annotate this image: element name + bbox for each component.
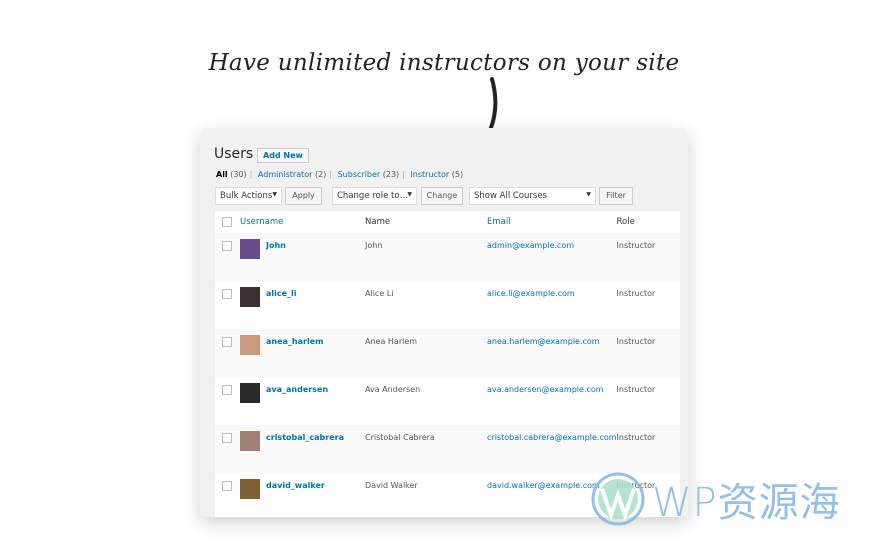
bulk-actions-label: Bulk Actions bbox=[220, 191, 273, 201]
user-role: Instructor bbox=[616, 281, 680, 329]
row-checkbox[interactable] bbox=[222, 385, 232, 395]
courses-label: Show All Courses bbox=[474, 191, 547, 201]
apply-button[interactable]: Apply bbox=[285, 187, 322, 205]
change-role-select[interactable]: Change role to… ▼ bbox=[332, 187, 417, 205]
wordpress-logo-icon bbox=[591, 472, 645, 526]
avatar bbox=[240, 335, 260, 355]
table-row: John John admin@example.com Instructor bbox=[215, 233, 680, 281]
headline: Have unlimited instructors on your site bbox=[208, 50, 680, 76]
page-title: Users bbox=[214, 146, 254, 162]
watermark-text: WP资源海 bbox=[652, 480, 841, 526]
user-role: Instructor bbox=[616, 329, 680, 377]
avatar bbox=[240, 479, 260, 499]
avatar bbox=[240, 239, 260, 259]
user-role: Instructor bbox=[616, 425, 680, 473]
username-link[interactable]: anea_harlem bbox=[266, 337, 323, 346]
username-link[interactable]: alice_li bbox=[266, 289, 297, 298]
filter-all-count: (30) bbox=[230, 170, 247, 179]
filter-subscriber-count: (23) bbox=[382, 170, 400, 179]
email-link[interactable]: david.walker@example.com bbox=[487, 481, 600, 490]
user-name: Cristobal Cabrera bbox=[365, 425, 487, 473]
row-checkbox[interactable] bbox=[222, 337, 232, 347]
role-filters: All (30) | Administrator (2) | Subscriber … bbox=[216, 170, 464, 179]
avatar bbox=[240, 287, 260, 307]
user-name: Ava Andersen bbox=[365, 377, 487, 425]
username-link[interactable]: cristobal_cabrera bbox=[266, 433, 344, 442]
filter-all[interactable]: All bbox=[216, 170, 228, 179]
column-email[interactable]: Email bbox=[487, 211, 617, 233]
filter-administrator[interactable]: Administrator bbox=[258, 170, 313, 179]
column-username[interactable]: Username bbox=[240, 211, 365, 233]
users-panel: Users Add New All (30) | Administrator (2… bbox=[200, 128, 688, 517]
chevron-down-icon: ▼ bbox=[272, 191, 277, 198]
row-checkbox[interactable] bbox=[222, 241, 232, 251]
column-name: Name bbox=[365, 211, 487, 233]
change-button[interactable]: Change bbox=[421, 187, 463, 205]
table-row: cristobal_cabrera Cristobal Cabrera cris… bbox=[215, 425, 680, 473]
user-name: John bbox=[365, 233, 487, 281]
filter-instructor-count: (5) bbox=[451, 170, 464, 179]
email-link[interactable]: admin@example.com bbox=[487, 241, 574, 250]
filter-subscriber[interactable]: Subscriber bbox=[338, 170, 381, 179]
user-name: Alice Li bbox=[365, 281, 487, 329]
add-new-button[interactable]: Add New bbox=[257, 148, 309, 163]
filter-instructor[interactable]: Instructor bbox=[410, 170, 449, 179]
username-link[interactable]: ava_andersen bbox=[266, 385, 328, 394]
email-link[interactable]: anea.harlem@example.com bbox=[487, 337, 600, 346]
username-link[interactable]: david_walker bbox=[266, 481, 325, 490]
user-name: David Walker bbox=[365, 473, 487, 517]
change-role-label: Change role to… bbox=[337, 191, 409, 201]
row-checkbox[interactable] bbox=[222, 289, 232, 299]
chevron-down-icon: ▼ bbox=[407, 191, 412, 198]
select-all-checkbox[interactable] bbox=[222, 216, 232, 227]
user-role: Instructor bbox=[616, 377, 680, 425]
filter-administrator-count: (2) bbox=[315, 170, 327, 179]
courses-select[interactable]: Show All Courses ▼ bbox=[469, 187, 596, 205]
filter-button[interactable]: Filter bbox=[599, 187, 633, 205]
chevron-down-icon: ▼ bbox=[586, 191, 591, 198]
email-link[interactable]: alice.li@example.com bbox=[487, 289, 575, 298]
table-row: ava_andersen Ava Andersen ava.andersen@e… bbox=[215, 377, 680, 425]
row-checkbox[interactable] bbox=[222, 433, 232, 443]
avatar bbox=[240, 431, 260, 451]
username-link[interactable]: John bbox=[266, 241, 286, 250]
table-row: anea_harlem Anea Harlem anea.harlem@exam… bbox=[215, 329, 680, 377]
user-name: Anea Harlem bbox=[365, 329, 487, 377]
email-link[interactable]: ava.andersen@example.com bbox=[487, 385, 604, 394]
watermark: WP资源海 bbox=[590, 470, 841, 528]
avatar bbox=[240, 383, 260, 403]
bulk-actions-select[interactable]: Bulk Actions ▼ bbox=[215, 187, 282, 205]
table-row: alice_li Alice Li alice.li@example.com I… bbox=[215, 281, 680, 329]
row-checkbox[interactable] bbox=[222, 481, 232, 491]
column-role: Role bbox=[616, 211, 680, 233]
user-role: Instructor bbox=[616, 233, 680, 281]
email-link[interactable]: cristobal.cabrera@example.com bbox=[487, 433, 617, 442]
